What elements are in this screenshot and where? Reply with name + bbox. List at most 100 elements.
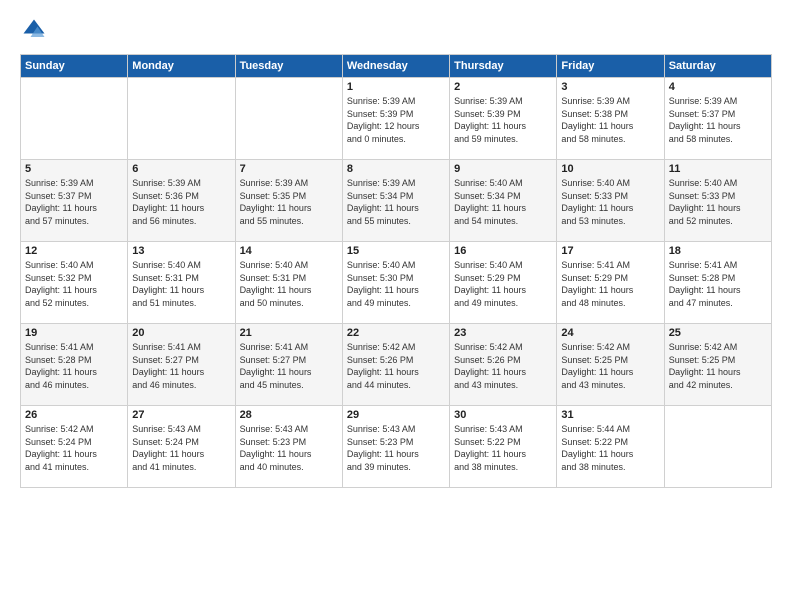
calendar-cell: 31 Sunrise: 5:44 AM Sunset: 5:22 PM Dayli… [557,406,664,488]
day-info: Sunrise: 5:40 AM Sunset: 5:31 PM Dayligh… [240,259,338,309]
calendar-cell: 28 Sunrise: 5:43 AM Sunset: 5:23 PM Dayli… [235,406,342,488]
calendar-cell: 4Sunrise: 5:39 AM Sunset: 5:37 PM Daylig… [664,78,771,160]
calendar-cell: 21Sunrise: 5:41 AM Sunset: 5:27 PM Dayli… [235,324,342,406]
day-info: Sunrise: 5:42 AM Sunset: 5:24 PM Dayligh… [25,423,123,473]
calendar-cell [235,78,342,160]
day-info: Sunrise: 5:42 AM Sunset: 5:25 PM Dayligh… [561,341,659,391]
calendar-weekday-saturday: Saturday [664,55,771,78]
day-info: Sunrise: 5:44 AM Sunset: 5:22 PM Dayligh… [561,423,659,473]
day-number: 8 [347,163,445,175]
day-number: 24 [561,327,659,339]
day-info: Sunrise: 5:41 AM Sunset: 5:28 PM Dayligh… [25,341,123,391]
day-info: Sunrise: 5:39 AM Sunset: 5:39 PM Dayligh… [347,95,445,145]
calendar-cell: 3 Sunrise: 5:39 AM Sunset: 5:38 PM Daylig… [557,78,664,160]
day-info: Sunrise: 5:41 AM Sunset: 5:29 PM Dayligh… [561,259,659,309]
day-number: 1 [347,81,445,93]
calendar-cell: 20 Sunrise: 5:41 AM Sunset: 5:27 PM Dayli… [128,324,235,406]
calendar-cell: 7 Sunrise: 5:39 AM Sunset: 5:35 PM Daylig… [235,160,342,242]
calendar-cell: 19 Sunrise: 5:41 AM Sunset: 5:28 PM Dayli… [21,324,128,406]
day-info: Sunrise: 5:43 AM Sunset: 5:22 PM Dayligh… [454,423,552,473]
calendar-cell: 12 Sunrise: 5:40 AM Sunset: 5:32 PM Dayli… [21,242,128,324]
calendar-week-row: 5 Sunrise: 5:39 AM Sunset: 5:37 PM Daylig… [21,160,772,242]
day-number: 2 [454,81,552,93]
calendar-cell: 22 Sunrise: 5:42 AM Sunset: 5:26 PM Dayli… [342,324,449,406]
calendar-cell: 8Sunrise: 5:39 AM Sunset: 5:34 PM Daylig… [342,160,449,242]
calendar-weekday-monday: Monday [128,55,235,78]
day-number: 16 [454,245,552,257]
day-info: Sunrise: 5:42 AM Sunset: 5:26 PM Dayligh… [454,341,552,391]
logo-icon [20,16,48,44]
day-number: 17 [561,245,659,257]
day-number: 27 [132,409,230,421]
calendar-cell: 26 Sunrise: 5:42 AM Sunset: 5:24 PM Dayli… [21,406,128,488]
day-info: Sunrise: 5:41 AM Sunset: 5:28 PM Dayligh… [669,259,767,309]
day-number: 7 [240,163,338,175]
day-number: 20 [132,327,230,339]
day-number: 13 [132,245,230,257]
day-number: 12 [25,245,123,257]
day-info: Sunrise: 5:40 AM Sunset: 5:33 PM Dayligh… [669,177,767,227]
day-info: Sunrise: 5:42 AM Sunset: 5:26 PM Dayligh… [347,341,445,391]
day-info: Sunrise: 5:39 AM Sunset: 5:36 PM Dayligh… [132,177,230,227]
day-info: Sunrise: 5:39 AM Sunset: 5:38 PM Dayligh… [561,95,659,145]
page-container: SundayMondayTuesdayWednesdayThursdayFrid… [0,0,792,612]
calendar-weekday-tuesday: Tuesday [235,55,342,78]
day-number: 28 [240,409,338,421]
day-info: Sunrise: 5:40 AM Sunset: 5:29 PM Dayligh… [454,259,552,309]
day-info: Sunrise: 5:41 AM Sunset: 5:27 PM Dayligh… [240,341,338,391]
calendar-cell: 24 Sunrise: 5:42 AM Sunset: 5:25 PM Dayli… [557,324,664,406]
day-info: Sunrise: 5:40 AM Sunset: 5:34 PM Dayligh… [454,177,552,227]
day-info: Sunrise: 5:39 AM Sunset: 5:39 PM Dayligh… [454,95,552,145]
calendar-cell: 14 Sunrise: 5:40 AM Sunset: 5:31 PM Dayli… [235,242,342,324]
day-info: Sunrise: 5:39 AM Sunset: 5:37 PM Dayligh… [25,177,123,227]
day-info: Sunrise: 5:43 AM Sunset: 5:23 PM Dayligh… [347,423,445,473]
calendar-table: SundayMondayTuesdayWednesdayThursdayFrid… [20,54,772,488]
day-number: 25 [669,327,767,339]
day-number: 3 [561,81,659,93]
day-info: Sunrise: 5:40 AM Sunset: 5:33 PM Dayligh… [561,177,659,227]
day-number: 19 [25,327,123,339]
calendar-header-row: SundayMondayTuesdayWednesdayThursdayFrid… [21,55,772,78]
calendar-cell: 5 Sunrise: 5:39 AM Sunset: 5:37 PM Daylig… [21,160,128,242]
day-number: 26 [25,409,123,421]
calendar-cell: 1 Sunrise: 5:39 AM Sunset: 5:39 PM Daylig… [342,78,449,160]
day-info: Sunrise: 5:43 AM Sunset: 5:24 PM Dayligh… [132,423,230,473]
calendar-cell: 11 Sunrise: 5:40 AM Sunset: 5:33 PM Dayli… [664,160,771,242]
calendar-cell: 16 Sunrise: 5:40 AM Sunset: 5:29 PM Dayli… [450,242,557,324]
day-info: Sunrise: 5:43 AM Sunset: 5:23 PM Dayligh… [240,423,338,473]
calendar-cell: 15 Sunrise: 5:40 AM Sunset: 5:30 PM Dayli… [342,242,449,324]
day-number: 9 [454,163,552,175]
day-number: 6 [132,163,230,175]
calendar-cell: 27 Sunrise: 5:43 AM Sunset: 5:24 PM Dayli… [128,406,235,488]
day-info: Sunrise: 5:39 AM Sunset: 5:35 PM Dayligh… [240,177,338,227]
day-info: Sunrise: 5:41 AM Sunset: 5:27 PM Dayligh… [132,341,230,391]
header [20,16,772,44]
day-number: 18 [669,245,767,257]
calendar-cell: 23Sunrise: 5:42 AM Sunset: 5:26 PM Dayli… [450,324,557,406]
calendar-week-row: 1 Sunrise: 5:39 AM Sunset: 5:39 PM Daylig… [21,78,772,160]
day-number: 5 [25,163,123,175]
calendar-cell: 9 Sunrise: 5:40 AM Sunset: 5:34 PM Daylig… [450,160,557,242]
calendar-cell: 18 Sunrise: 5:41 AM Sunset: 5:28 PM Dayli… [664,242,771,324]
day-number: 14 [240,245,338,257]
logo [20,16,52,44]
calendar-weekday-friday: Friday [557,55,664,78]
day-info: Sunrise: 5:40 AM Sunset: 5:30 PM Dayligh… [347,259,445,309]
calendar-weekday-sunday: Sunday [21,55,128,78]
day-number: 15 [347,245,445,257]
calendar-week-row: 26 Sunrise: 5:42 AM Sunset: 5:24 PM Dayli… [21,406,772,488]
calendar-cell [664,406,771,488]
day-number: 11 [669,163,767,175]
calendar-cell: 25Sunrise: 5:42 AM Sunset: 5:25 PM Dayli… [664,324,771,406]
calendar-cell [128,78,235,160]
calendar-week-row: 12 Sunrise: 5:40 AM Sunset: 5:32 PM Dayli… [21,242,772,324]
day-info: Sunrise: 5:39 AM Sunset: 5:37 PM Dayligh… [669,95,767,145]
day-info: Sunrise: 5:40 AM Sunset: 5:32 PM Dayligh… [25,259,123,309]
calendar-weekday-wednesday: Wednesday [342,55,449,78]
day-number: 31 [561,409,659,421]
calendar-cell [21,78,128,160]
day-number: 22 [347,327,445,339]
day-number: 10 [561,163,659,175]
day-info: Sunrise: 5:40 AM Sunset: 5:31 PM Dayligh… [132,259,230,309]
calendar-cell: 17 Sunrise: 5:41 AM Sunset: 5:29 PM Dayli… [557,242,664,324]
